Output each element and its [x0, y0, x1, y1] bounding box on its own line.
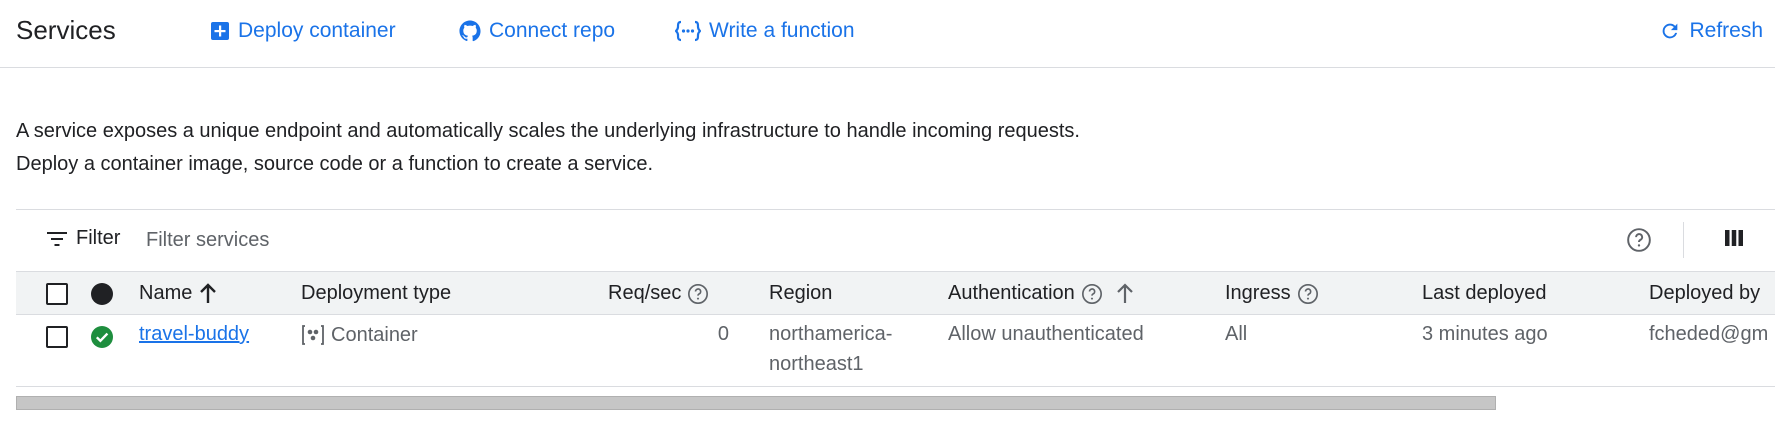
column-header-last-deployed-label: Last deployed: [1422, 282, 1547, 304]
ingress-value: All: [1225, 323, 1248, 345]
column-header-deployment-type[interactable]: Deployment type: [301, 282, 451, 305]
last-deployed-value: 3 minutes ago: [1422, 323, 1548, 345]
write-function-label: Write a function: [709, 19, 855, 42]
deploy-container-button[interactable]: Deploy container: [210, 18, 396, 44]
filter-button[interactable]: Filter: [46, 227, 120, 250]
filter-services-input[interactable]: [146, 224, 746, 256]
write-function-button[interactable]: Write a function: [675, 18, 855, 44]
page-title: Services: [16, 15, 116, 45]
help-circle-icon: [1627, 228, 1651, 252]
sort-ascending-icon: [1116, 282, 1133, 303]
column-header-deployed-by-label: Deployed by: [1649, 282, 1761, 304]
table-toolbar: Filter: [16, 209, 1775, 271]
row-select-checkbox[interactable]: [46, 326, 68, 348]
toolbar-divider: [1683, 222, 1684, 258]
connect-repo-label: Connect repo: [489, 19, 616, 42]
status-ok-icon: [91, 326, 113, 348]
region-value: northamerica-northeast1: [769, 323, 893, 375]
column-display-icon: [1725, 230, 1743, 246]
table-header-row: Name Deployment type Req/sec Region Auth…: [16, 271, 1775, 315]
help-circle-icon[interactable]: [687, 283, 709, 305]
refresh-label: Refresh: [1689, 19, 1763, 42]
sort-ascending-icon: [200, 282, 217, 303]
deployed-by-value: fcheded@gm: [1649, 323, 1769, 345]
column-header-authentication[interactable]: Authentication: [948, 282, 1135, 305]
status-column-icon: [91, 283, 113, 305]
req-sec-value: 0: [717, 323, 729, 345]
deployment-type-value: Container: [331, 323, 418, 346]
page-description: A service exposes a unique endpoint and …: [16, 115, 1080, 181]
service-name-link[interactable]: travel-buddy: [139, 323, 249, 346]
select-all-checkbox[interactable]: [46, 283, 68, 305]
column-header-authentication-label: Authentication: [948, 282, 1075, 304]
filter-lines-icon: [47, 231, 67, 246]
deployment-type-cell: Container: [301, 323, 418, 347]
help-circle-icon[interactable]: [1297, 283, 1319, 305]
container-icon: [302, 325, 324, 345]
column-header-name[interactable]: Name: [139, 282, 218, 305]
deploy-container-label: Deploy container: [238, 19, 396, 42]
column-header-deployed-by[interactable]: Deployed by: [1649, 282, 1775, 305]
description-line-2: Deploy a container image, source code or…: [16, 153, 654, 175]
github-icon: [459, 20, 481, 42]
column-header-name-label: Name: [139, 282, 193, 304]
column-header-req-sec[interactable]: Req/sec: [608, 282, 709, 305]
description-line-1: A service exposes a unique endpoint and …: [16, 120, 1080, 142]
plus-box-icon: [211, 22, 229, 40]
column-header-ingress-label: Ingress: [1225, 282, 1291, 304]
refresh-button[interactable]: Refresh: [1659, 18, 1763, 44]
page-header: Services Deploy container Connect repo W…: [0, 0, 1775, 68]
column-header-region[interactable]: Region: [769, 282, 832, 305]
column-header-region-label: Region: [769, 282, 833, 304]
table-help-button[interactable]: [1626, 227, 1652, 258]
authentication-value: Allow unauthenticated: [948, 323, 1144, 345]
column-display-button[interactable]: [1723, 227, 1745, 254]
column-header-deployment-type-label: Deployment type: [301, 282, 452, 304]
table-row: travel-buddy Container 0 northamerica-no…: [16, 315, 1775, 387]
connect-repo-button[interactable]: Connect repo: [459, 18, 615, 44]
column-header-ingress[interactable]: Ingress: [1225, 282, 1319, 305]
column-header-req-sec-label: Req/sec: [608, 282, 682, 304]
refresh-icon: [1663, 23, 1678, 39]
function-braces-icon: [675, 20, 701, 42]
horizontal-scrollbar[interactable]: [16, 396, 1496, 410]
filter-label: Filter: [76, 227, 121, 249]
help-circle-icon[interactable]: [1081, 283, 1103, 305]
column-header-last-deployed[interactable]: Last deployed: [1422, 282, 1547, 305]
